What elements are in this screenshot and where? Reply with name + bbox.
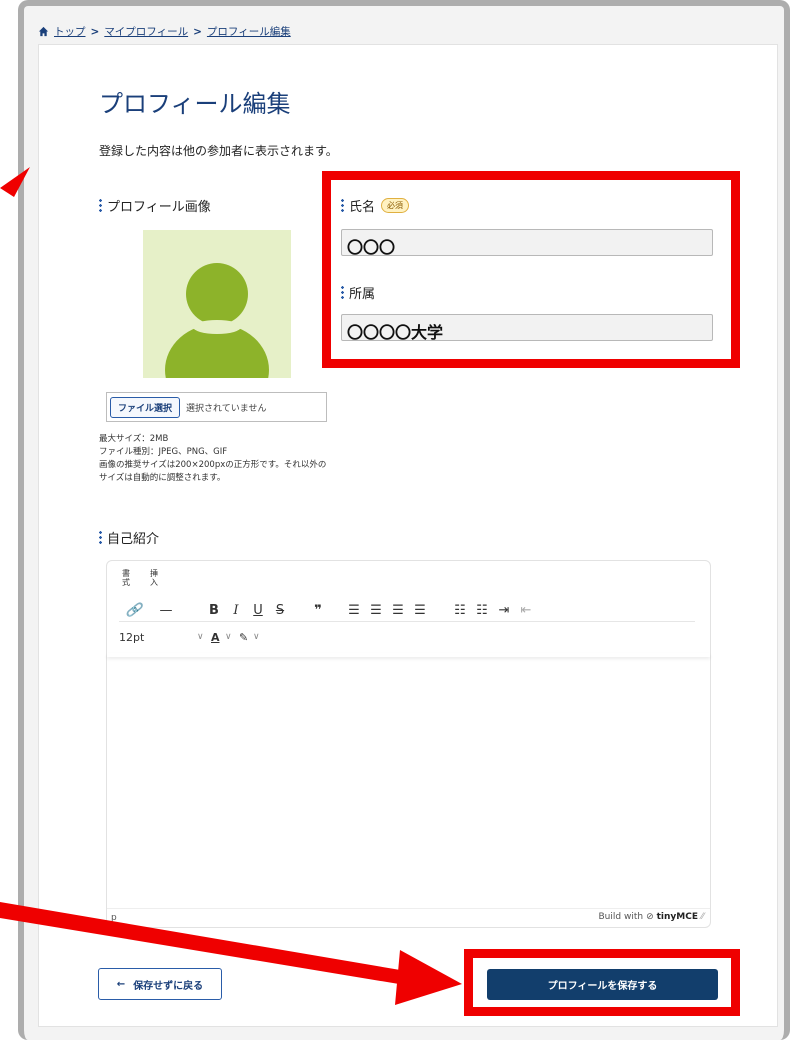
breadcrumb-my-profile[interactable]: マイプロフィール	[104, 24, 188, 39]
strikethrough-icon[interactable]: S	[269, 603, 291, 618]
breadcrumb-top[interactable]: トップ	[54, 24, 86, 39]
highlight-color-icon[interactable]: ✎	[239, 631, 253, 644]
align-right-icon[interactable]: ☰	[387, 603, 409, 618]
bold-icon[interactable]: B	[203, 603, 225, 618]
page-description: 登録した内容は他の参加者に表示されます。	[99, 144, 338, 158]
file-select-button[interactable]: ファイル選択	[110, 396, 181, 418]
avatar	[143, 230, 291, 378]
profile-image-label: プロフィール画像	[99, 196, 211, 215]
section-marker-icon	[99, 197, 102, 214]
chevron-down-icon[interactable]: ∨	[253, 632, 267, 642]
person-silhouette-icon	[165, 263, 269, 378]
horizontal-line-icon[interactable]: —	[149, 603, 183, 618]
arrow-left-icon: ←	[116, 978, 126, 990]
profile-image-label-text: プロフィール画像	[107, 200, 211, 215]
tinymce-branding[interactable]: Build with ⊘ tinyMCE ⁄⁄	[599, 912, 705, 922]
editor-statusbar: p Build with ⊘ tinyMCE ⁄⁄	[107, 908, 710, 927]
breadcrumb-profile-edit[interactable]: プロフィール編集	[207, 24, 291, 39]
highlight-box-fields	[322, 171, 740, 368]
page-title: プロフィール編集	[99, 90, 291, 118]
menu-insert[interactable]: 挿入	[149, 569, 159, 587]
numbered-list-icon[interactable]: ☷	[471, 603, 493, 618]
file-input[interactable]: ファイル選択 選択されていません	[106, 392, 327, 422]
resize-handle-icon[interactable]: ⁄⁄	[701, 912, 704, 922]
bullet-list-icon[interactable]: ☷	[449, 603, 471, 618]
align-justify-icon[interactable]: ☰	[409, 603, 431, 618]
home-icon[interactable]	[38, 26, 49, 37]
editor-menubar: 書式 挿入	[121, 569, 159, 587]
breadcrumb-separator: >	[90, 25, 100, 38]
breadcrumb: トップ > マイプロフィール > プロフィール編集	[38, 24, 291, 39]
breadcrumb-separator: >	[193, 25, 202, 38]
text-color-icon[interactable]: A	[211, 631, 225, 644]
file-note-size-hint: 画像の推奨サイズは200×200pxの正方形です。それ以外のサイズは自動的に調整…	[99, 460, 327, 483]
font-size-select[interactable]: 12pt	[119, 631, 197, 644]
align-left-icon[interactable]: ☰	[343, 603, 365, 618]
file-note-max-size: 最大サイズ：2MB	[99, 434, 169, 444]
indent-icon[interactable]: ⇥	[493, 603, 515, 618]
section-marker-icon	[99, 529, 102, 546]
italic-icon[interactable]: I	[225, 603, 247, 618]
bio-label-text: 自己紹介	[107, 532, 160, 547]
back-button-label: 保存せずに戻る	[133, 980, 204, 992]
highlight-box-save	[464, 949, 740, 1016]
file-notes: 最大サイズ：2MB ファイル種別：JPEG、PNG、GIF 画像の推奨サイズは2…	[99, 433, 329, 485]
file-status: 選択されていません	[186, 403, 267, 414]
brand-prefix: Build with	[598, 912, 644, 922]
rich-text-editor[interactable]: 書式 挿入 🔗 — B I U S ❞ ☰ ☰ ☰ ☰ ☷ ☷ ⇥ ⇤ 12pt…	[106, 560, 711, 928]
back-without-saving-button[interactable]: ← 保存せずに戻る	[98, 968, 222, 1000]
menu-format[interactable]: 書式	[121, 569, 131, 587]
outdent-icon[interactable]: ⇤	[515, 603, 537, 618]
bio-label: 自己紹介	[99, 528, 159, 547]
toolbar-divider	[107, 653, 710, 657]
tinymce-logo-icon: ⊘	[646, 912, 654, 922]
blockquote-icon[interactable]: ❞	[307, 603, 329, 618]
element-path[interactable]: p	[111, 913, 117, 923]
brand-name: tinyMCE	[656, 912, 698, 922]
file-note-types: ファイル種別：JPEG、PNG、GIF	[99, 447, 228, 457]
underline-icon[interactable]: U	[247, 603, 269, 618]
chevron-down-icon[interactable]: ∨	[225, 632, 239, 642]
editor-toolbar: 🔗 — B I U S ❞ ☰ ☰ ☰ ☰ ☷ ☷ ⇥ ⇤	[119, 599, 695, 622]
chevron-down-icon[interactable]: ∨	[197, 632, 211, 642]
align-center-icon[interactable]: ☰	[365, 603, 387, 618]
link-icon[interactable]: 🔗	[119, 603, 149, 618]
editor-toolbar-secondary: 12pt ∨ A ∨ ✎ ∨	[119, 627, 267, 647]
